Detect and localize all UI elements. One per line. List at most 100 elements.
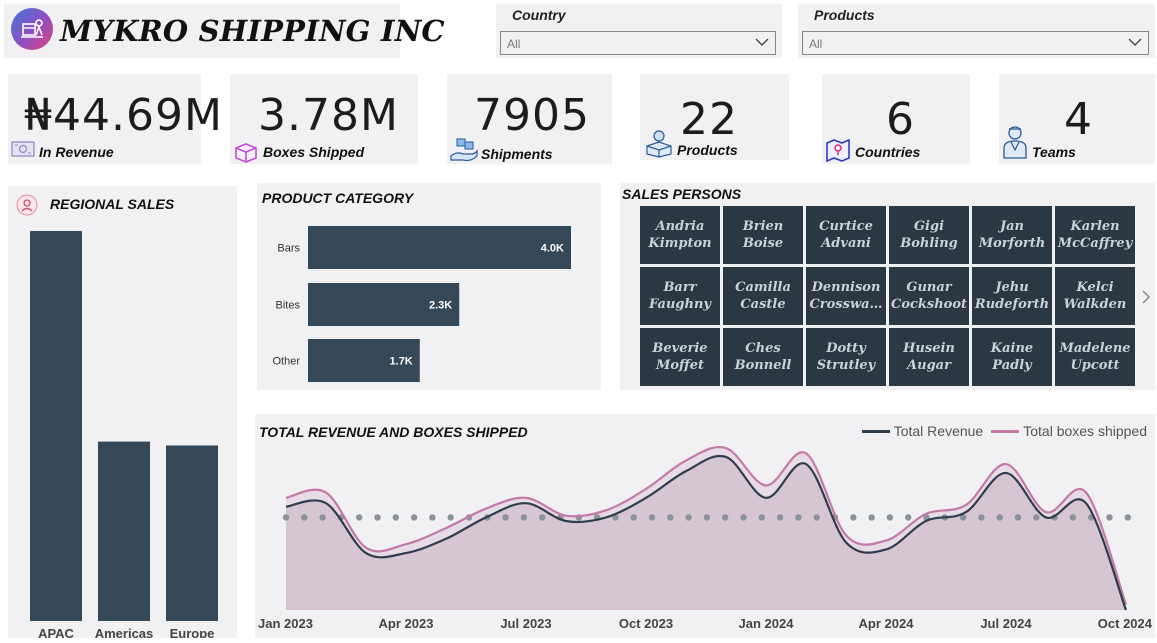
- x-tick-label: APAC: [38, 626, 74, 638]
- sales-person-tile[interactable]: Gunar Cockshoot: [889, 267, 969, 325]
- x-tick-label: Jul 2024: [980, 616, 1032, 631]
- average-line-dot: [648, 514, 656, 521]
- box-icon: [235, 143, 257, 163]
- sales-person-tile[interactable]: Karlen McCaffrey: [1055, 206, 1135, 264]
- bar-apac[interactable]: [30, 231, 82, 621]
- chevron-right-icon[interactable]: [1141, 289, 1151, 305]
- sales-person-tile[interactable]: Madelene Upcott: [1055, 328, 1135, 386]
- average-line-dot: [776, 514, 784, 521]
- regional-sales-panel: REGIONAL SALES APAC Americas Europe: [8, 186, 237, 638]
- x-tick-label: Jul 2023: [500, 616, 551, 631]
- sales-persons-title: SALES PERSONS: [622, 186, 742, 202]
- average-line-dot: [850, 514, 857, 521]
- products-icon: [646, 130, 672, 158]
- sales-person-tile[interactable]: Jehu Rudeforth: [972, 267, 1052, 325]
- kpi-value: 4: [1064, 94, 1093, 145]
- average-line-dot: [356, 514, 363, 521]
- kpi-label: Products: [677, 142, 738, 158]
- sales-person-tile[interactable]: Camilla Castle: [723, 267, 803, 325]
- country-dropdown[interactable]: All: [500, 31, 776, 55]
- bar-bars[interactable]: [308, 226, 571, 269]
- sales-person-tile[interactable]: Ches Bonnell: [723, 328, 803, 386]
- products-dropdown-value: All: [809, 37, 823, 51]
- average-line-dot: [301, 514, 308, 521]
- average-line-dot: [1069, 514, 1077, 521]
- y-tick-label: Other: [272, 356, 300, 368]
- bar-europe[interactable]: [166, 445, 218, 622]
- sales-person-tile[interactable]: Husein Augar: [889, 328, 969, 386]
- product-category-panel: PRODUCT CATEGORY 4.0K Bars 2.3K Bites 1.7K Ot…: [257, 183, 601, 390]
- y-tick-label: Bars: [277, 243, 300, 255]
- revenue-boxes-panel: TOTAL REVENUE AND BOXES SHIPPED Total Re…: [255, 414, 1155, 638]
- sales-person-tile[interactable]: Barr Faughny: [640, 267, 720, 325]
- kpi-label: Countries: [855, 144, 921, 160]
- x-tick-label: Apr 2024: [859, 616, 915, 631]
- products-filter-label: Products: [814, 7, 875, 23]
- average-line-dot: [392, 514, 399, 521]
- sales-persons-slicer: Andria Kimpton Brien Boise Curtice Advani G…: [640, 206, 1135, 386]
- map-icon: [826, 138, 850, 162]
- average-line-dot: [410, 514, 418, 521]
- kpi-label: In Revenue: [39, 144, 114, 160]
- y-tick-label: Bites: [276, 300, 301, 312]
- chevron-down-icon: [1128, 38, 1142, 46]
- average-line-dot: [319, 514, 326, 521]
- sales-person-tile[interactable]: Dennison Crosswa…: [806, 267, 886, 325]
- sales-person-tile[interactable]: Curtice Advani: [806, 206, 886, 264]
- kpi-card-shipments: 7905 Shipments: [447, 74, 612, 164]
- average-line-dot: [795, 514, 802, 521]
- country-filter: Country All: [496, 4, 782, 58]
- x-tick-label: Jan 2024: [739, 616, 795, 631]
- average-line-dot: [520, 514, 528, 521]
- sales-person-tile[interactable]: Dotty Strutley: [806, 328, 886, 386]
- sales-person-tile[interactable]: Gigi Bohling: [889, 206, 969, 264]
- kpi-label: Teams: [1032, 144, 1076, 160]
- sales-person-tile[interactable]: Jan Morforth: [972, 206, 1052, 264]
- products-dropdown[interactable]: All: [802, 31, 1149, 55]
- x-tick-label: Oct 2024: [1098, 616, 1153, 631]
- kpi-label: Shipments: [481, 146, 553, 162]
- sales-persons-panel: SALES PERSONS Andria Kimpton Brien Boise C…: [620, 183, 1155, 390]
- average-line-dot: [374, 514, 381, 521]
- average-line-dot: [282, 514, 290, 521]
- average-line-dot: [1014, 514, 1022, 521]
- money-icon: [11, 141, 35, 157]
- data-label: 1.7K: [390, 356, 413, 368]
- average-line-dot: [868, 514, 875, 521]
- sales-person-tile[interactable]: Brien Boise: [723, 206, 803, 264]
- x-tick-label: Apr 2023: [379, 616, 434, 631]
- x-tick-label: Europe: [170, 626, 215, 638]
- average-line-dot: [685, 514, 692, 521]
- revenue-area: [286, 455, 1126, 610]
- average-line-dot: [996, 514, 1003, 521]
- sales-person-tile[interactable]: Kelci Walkden: [1055, 267, 1135, 325]
- kpi-value: 22: [680, 94, 738, 145]
- x-tick-label: Jan 2023: [258, 616, 313, 631]
- average-line-dot: [703, 514, 711, 521]
- kpi-card-countries: 6 Countries: [822, 74, 970, 164]
- bar-americas[interactable]: [98, 441, 150, 621]
- average-line-dot: [758, 514, 765, 521]
- sales-person-tile[interactable]: Beverie Moffet: [640, 328, 720, 386]
- average-line-dot: [630, 514, 637, 521]
- sales-person-tile[interactable]: Kaine Padly: [972, 328, 1052, 386]
- kpi-card-teams: 4 Teams: [999, 74, 1155, 164]
- x-tick-label: Americas: [95, 626, 154, 638]
- products-filter: Products All: [798, 4, 1155, 58]
- kpi-card-products: 22 Products: [640, 74, 789, 160]
- data-label: 4.0K: [541, 243, 564, 255]
- average-line-dot: [978, 514, 985, 521]
- sales-person-tile[interactable]: Andria Kimpton: [640, 206, 720, 264]
- x-tick-label: Oct 2023: [619, 616, 673, 631]
- kpi-value: ₦44.69M: [24, 90, 223, 141]
- shipment-icon: [450, 138, 478, 162]
- regional-sales-chart: APAC Americas Europe: [30, 231, 218, 638]
- country-filter-label: Country: [512, 7, 566, 23]
- kpi-card-boxes: 3.78M Boxes Shipped: [230, 74, 418, 164]
- data-label: 2.3K: [429, 300, 452, 312]
- average-line-dot: [886, 514, 894, 521]
- product-category-chart: 4.0K Bars 2.3K Bites 1.7K Other: [272, 226, 571, 382]
- kpi-value: 7905: [474, 90, 590, 141]
- logo-icon: [11, 8, 53, 50]
- average-line-dot: [722, 514, 729, 521]
